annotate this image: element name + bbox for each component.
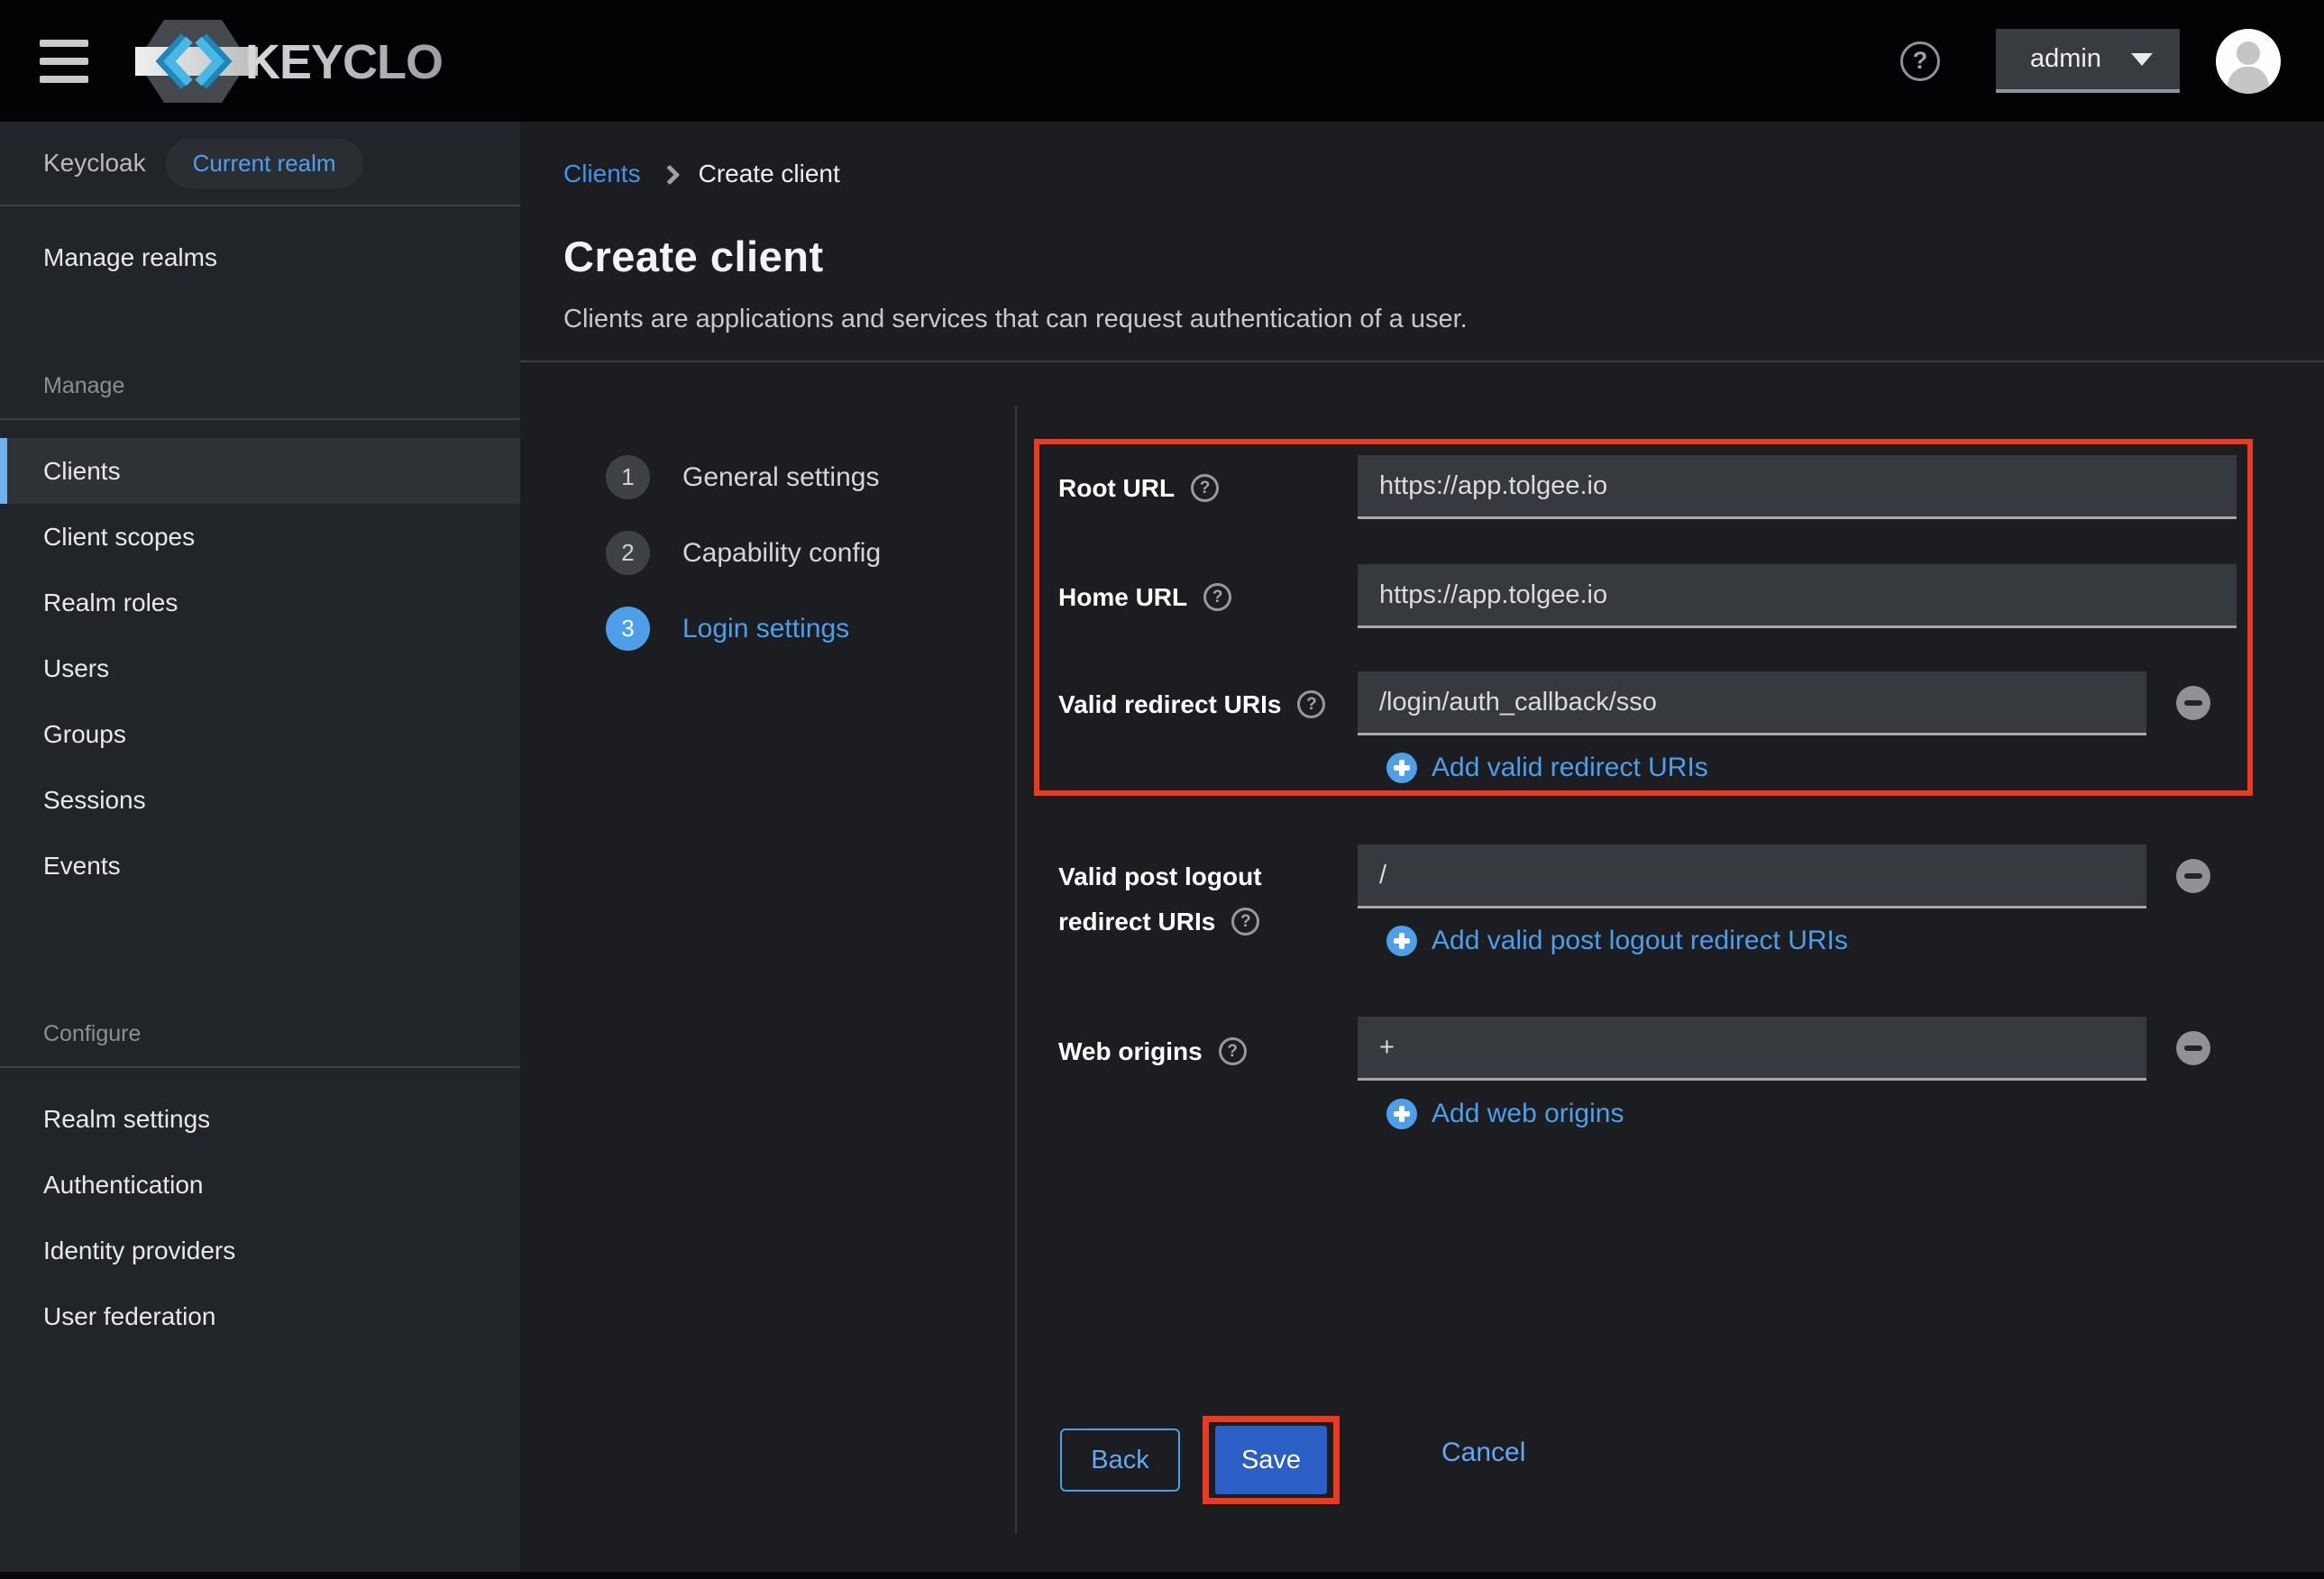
breadcrumb-clients-link[interactable]: Clients (563, 160, 641, 188)
keycloak-logo[interactable]: KEYCLOAK (135, 18, 442, 105)
breadcrumb: Clients Create client (563, 154, 2324, 194)
add-post-logout-redirect-uris-link[interactable]: Add valid post logout redirect URIs (1386, 926, 1848, 956)
user-avatar[interactable] (2216, 29, 2281, 94)
page-title: Create client (563, 232, 2324, 281)
step-number: 2 (606, 531, 650, 575)
page-header: Clients Create client Create client Clie… (520, 122, 2324, 334)
sidebar-item-user-federation[interactable]: User federation (0, 1283, 520, 1349)
post-logout-label-line2: redirect URIs (1058, 899, 1215, 944)
sidebar-navigation: Keycloak Current realm Manage realms Man… (0, 122, 520, 1573)
home-url-help-icon[interactable]: ? (1203, 583, 1231, 611)
post-logout-help-icon[interactable]: ? (1231, 908, 1259, 936)
sidebar-item-users[interactable]: Users (0, 635, 520, 701)
add-web-origins-link[interactable]: Add web origins (1386, 1099, 1624, 1129)
step-label: Login settings (682, 614, 849, 644)
main-content: Clients Create client Create client Clie… (520, 122, 2324, 1579)
step-number: 1 (606, 455, 650, 499)
wizard-step-capability-config[interactable]: 2 Capability config (606, 531, 881, 575)
remove-post-logout-uri-button[interactable] (2176, 859, 2210, 893)
root-url-input[interactable] (1358, 455, 2237, 519)
sidebar-heading-manage: Manage (0, 353, 520, 418)
sidebar-item-realm-settings[interactable]: Realm settings (0, 1086, 520, 1152)
top-bar: KEYCLOAK ? admin (0, 0, 2324, 122)
wizard-step-login-settings[interactable]: 3 Login settings (606, 607, 849, 651)
sidebar-item-clients[interactable]: Clients (0, 438, 520, 504)
sidebar-item-client-scopes[interactable]: Client scopes (0, 504, 520, 570)
avatar-person-icon (2237, 41, 2260, 65)
current-realm-badge[interactable]: Current realm (166, 139, 363, 188)
divider (520, 361, 2324, 362)
plus-circle-icon (1386, 753, 1417, 783)
step-label: General settings (682, 462, 879, 493)
plus-circle-icon (1386, 1099, 1417, 1129)
remove-web-origin-button[interactable] (2176, 1031, 2210, 1065)
hamburger-menu-icon[interactable] (40, 40, 88, 83)
valid-redirect-uris-input[interactable] (1358, 671, 2146, 735)
root-url-label: Root URL (1058, 466, 1175, 510)
valid-redirect-uris-label: Valid redirect URIs (1058, 682, 1281, 726)
sidebar-item-authentication[interactable]: Authentication (0, 1152, 520, 1218)
caret-down-icon (2131, 53, 2153, 66)
save-button[interactable]: Save (1215, 1426, 1327, 1494)
sidebar-item-realm-roles[interactable]: Realm roles (0, 570, 520, 635)
valid-redirect-uris-help-icon[interactable]: ? (1297, 690, 1325, 718)
sidebar-item-manage-realms[interactable]: Manage realms (0, 224, 520, 290)
web-origins-label: Web origins (1058, 1029, 1203, 1073)
sidebar-item-events[interactable]: Events (0, 833, 520, 899)
back-button[interactable]: Back (1060, 1428, 1180, 1492)
realm-name-label: Keycloak (43, 149, 146, 178)
wizard-step-general-settings[interactable]: 1 General settings (606, 455, 879, 499)
home-url-input[interactable] (1358, 564, 2237, 628)
username-label: admin (2030, 44, 2101, 74)
sidebar-heading-configure: Configure (0, 1001, 520, 1066)
step-label: Capability config (682, 538, 881, 569)
sidebar-item-identity-providers[interactable]: Identity providers (0, 1218, 520, 1283)
web-origins-help-icon[interactable]: ? (1219, 1037, 1247, 1065)
home-url-label: Home URL (1058, 575, 1187, 619)
remove-redirect-uri-button[interactable] (2176, 686, 2210, 720)
step-number: 3 (606, 607, 650, 651)
post-logout-label-line1: Valid post logout (1058, 854, 1262, 899)
plus-circle-icon (1386, 926, 1417, 956)
bottom-edge-strip (0, 1572, 2324, 1579)
user-menu-dropdown[interactable]: admin (1996, 29, 2180, 93)
sidebar-item-groups[interactable]: Groups (0, 701, 520, 767)
sidebar-item-sessions[interactable]: Sessions (0, 767, 520, 833)
chevron-right-icon (659, 165, 680, 186)
help-icon[interactable]: ? (1900, 41, 1940, 81)
divider (1015, 406, 1017, 1534)
logo-wordmark: KEYCLOAK (245, 35, 442, 89)
web-origins-input[interactable] (1358, 1017, 2146, 1081)
cancel-button[interactable]: Cancel (1441, 1438, 1525, 1468)
keycloak-admin-console: KEYCLOAK ? admin Keycloak Current realm … (0, 0, 2324, 1579)
post-logout-redirect-uris-input[interactable] (1358, 844, 2146, 908)
add-valid-redirect-uris-link[interactable]: Add valid redirect URIs (1386, 753, 1708, 783)
realm-switcher: Keycloak Current realm (0, 122, 520, 205)
breadcrumb-current: Create client (699, 160, 840, 188)
page-subtitle: Clients are applications and services th… (563, 305, 2324, 334)
root-url-help-icon[interactable]: ? (1191, 474, 1219, 502)
